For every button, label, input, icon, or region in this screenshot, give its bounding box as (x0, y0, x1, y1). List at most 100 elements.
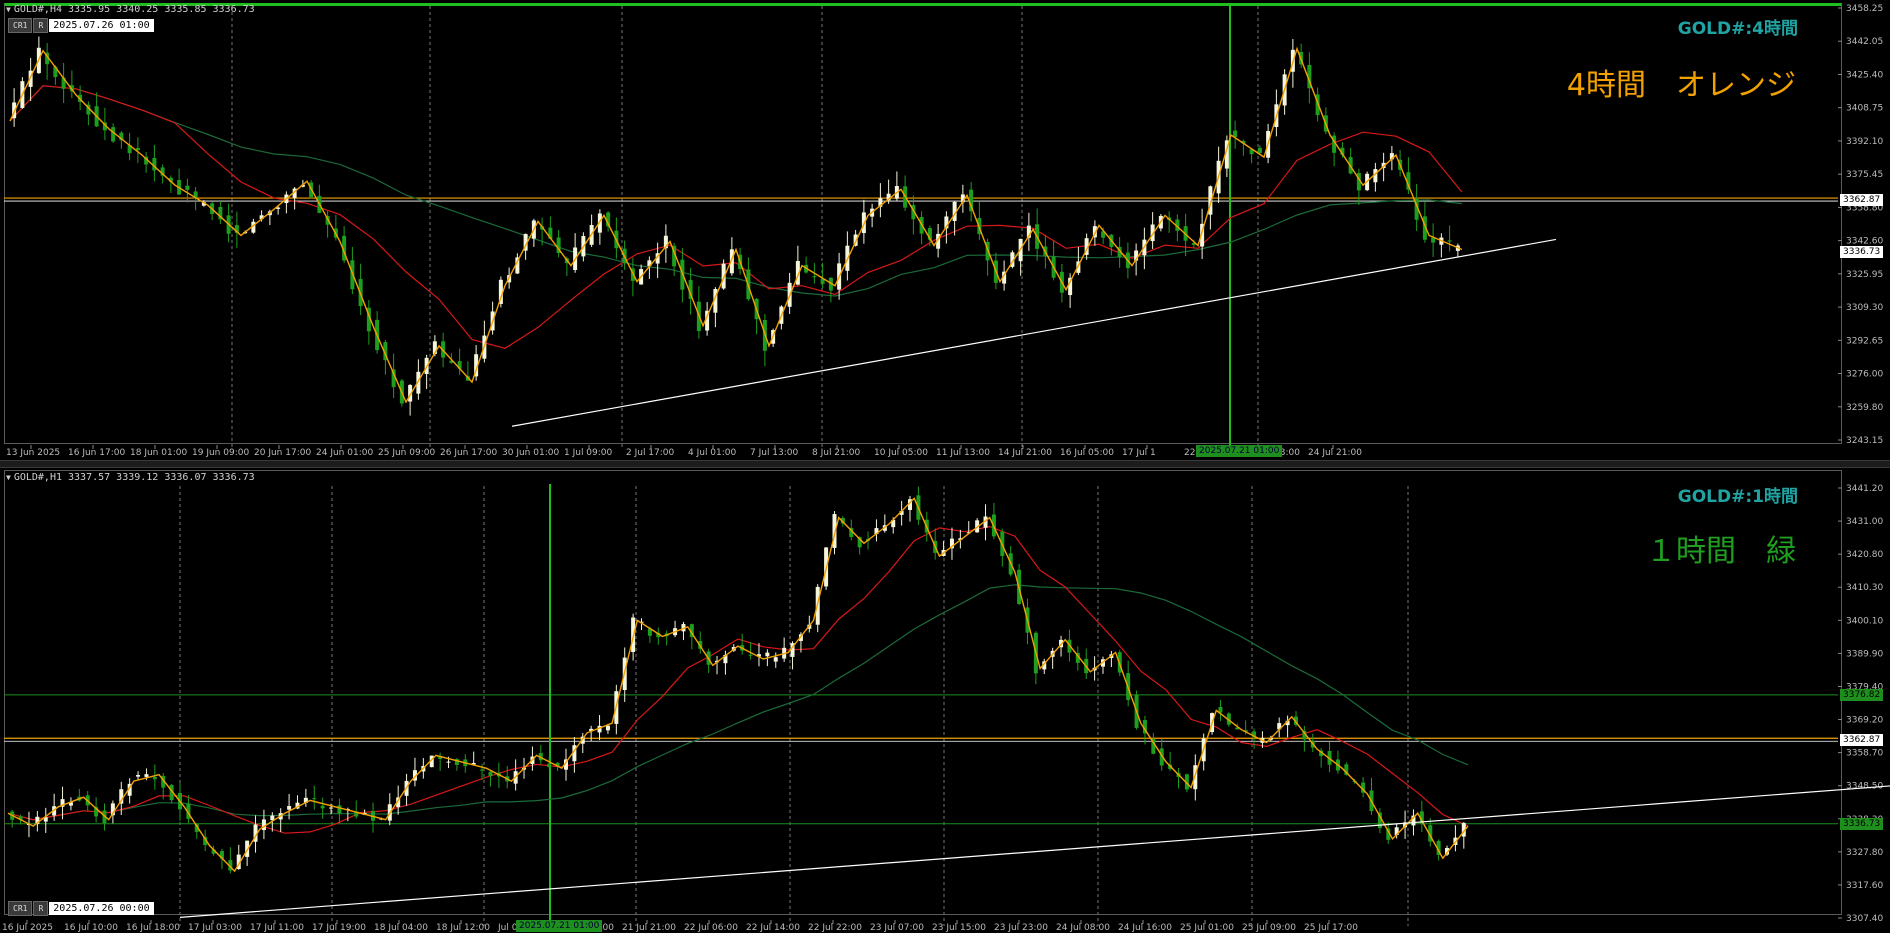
time-axis-label: 21 Jul 21:00 (622, 923, 676, 933)
candle-body (748, 654, 753, 656)
time-axis-label: 25 Jul 01:00 (1180, 923, 1234, 933)
chart-pane-h1[interactable]: 3441.20 3431.00 3420.80 3410.30 3400.10 3389.… (0, 468, 1890, 933)
candle-body (152, 776, 157, 780)
price-axis-label: 3243.15 (1846, 436, 1883, 446)
candle-body (480, 769, 485, 771)
candle-body (144, 774, 149, 777)
price-axis-label: 3441.20 (1846, 484, 1883, 494)
price-axis-label: 3442.05 (1846, 37, 1883, 47)
time-stamp-box-h1: CR1 R 2025.07.26 00:00 (8, 901, 154, 916)
timeframe-note: １時間 緑 (1646, 534, 1796, 569)
stamp-value: 2025.07.26 00:00 (49, 902, 154, 915)
candle-body (185, 185, 190, 190)
price-axis-label: 3400.10 (1846, 616, 1883, 626)
header-text: GOLD#,H4 3335.95 3340.25 3335.85 3336.73 (13, 4, 255, 15)
time-axis-label: 22 Jul 22:00 (808, 923, 862, 933)
price-axis-label: 3410.30 (1846, 583, 1883, 593)
time-axis-label: 17 Jul 19:00 (312, 923, 366, 933)
stamp-value: 2025.07.26 01:00 (49, 19, 154, 32)
candle-body (765, 652, 770, 657)
candle-body (312, 798, 317, 800)
time-axis-label: 4 Jul 01:00 (688, 448, 737, 458)
price-tag: 3362.87 (1840, 733, 1884, 746)
moving-average-fast (7, 525, 1469, 834)
time-axis-label: 16 Jul 2025 (2, 923, 53, 933)
price-axis-label: 3358.70 (1846, 749, 1883, 759)
candle-body (1257, 147, 1262, 154)
time-axis-label: 18 Jul 12:00 (436, 923, 490, 933)
time-axis-label: 16 Jun 17:00 (68, 448, 125, 458)
time-axis-label: 25 Jul 17:00 (1304, 923, 1358, 933)
price-tag: 3336.73 (1840, 817, 1884, 830)
cr1-button[interactable]: CR1 (8, 901, 33, 916)
price-axis-label: 3431.00 (1846, 517, 1883, 527)
price-axis-label: 3307.40 (1846, 914, 1883, 924)
price-axis-label: 3292.65 (1846, 336, 1883, 346)
collapse-arrow-icon[interactable]: ▼ (6, 5, 11, 14)
time-axis-label: 1 Jul 09:00 (564, 448, 613, 458)
price-axis-label: 3276.00 (1846, 370, 1883, 380)
price-axis-label: 3317.60 (1846, 881, 1883, 891)
time-axis-label: 22 Jul 14:00 (746, 923, 800, 933)
time-axis-label: 13 Jun 2025 (6, 448, 60, 458)
candle-body (773, 657, 778, 662)
price-tag: 3362.87 (1840, 193, 1884, 206)
candle-body (605, 725, 610, 731)
time-axis-label: 18 Jul 04:00 (374, 923, 428, 933)
candle-body (135, 148, 140, 151)
trend-line (511, 238, 1557, 427)
time-axis-label: 23 Jul 23:00 (994, 923, 1048, 933)
time-axis-label: 8 Jul 21:00 (812, 448, 861, 458)
header-text: GOLD#,H1 3337.57 3339.12 3336.07 3336.73 (13, 472, 255, 483)
time-axis-label: 2 Jul 17:00 (626, 448, 675, 458)
time-stamp-box-h4: CR1 R 2025.07.26 01:00 (8, 18, 154, 33)
pane-separator[interactable] (0, 460, 1890, 468)
time-axis-label: 16 Jul 05:00 (1060, 448, 1114, 458)
price-axis-label: 3458.25 (1846, 4, 1883, 14)
chart-header-h4: ▼ GOLD#,H4 3335.95 3340.25 3335.85 3336.7… (6, 4, 255, 15)
time-axis-label: 16 Jul 10:00 (64, 923, 118, 933)
time-axis-label: 23 Jul 07:00 (870, 923, 924, 933)
collapse-arrow-icon[interactable]: ▼ (6, 473, 11, 482)
time-axis-label: 24 Jul 21:00 (1308, 448, 1362, 458)
time-axis-label: 14 Jul 21:00 (998, 448, 1052, 458)
price-chart-h1[interactable]: 3441.20 3431.00 3420.80 3410.30 3400.10 3389.… (0, 468, 1890, 933)
candle-body (812, 276, 817, 278)
time-axis-label: 18 Jun 01:00 (130, 448, 187, 458)
time-axis-label: 11 Jul 13:00 (936, 448, 990, 458)
price-axis-label: 3420.80 (1846, 550, 1883, 560)
r-button[interactable]: R (33, 18, 49, 33)
moving-average-slow (9, 85, 1463, 297)
time-axis-label: 23 Jul 15:00 (932, 923, 986, 933)
time-axis-label: 16 Jul 18:00 (126, 923, 180, 933)
chart-pane-h4[interactable]: 3458.25 3442.05 3425.40 3408.75 3392.10 3375.… (0, 0, 1890, 460)
price-axis-label: 3375.45 (1846, 170, 1883, 180)
time-axis-label: 7 Jul 13:00 (750, 448, 799, 458)
time-axis-label: 24 Jun 01:00 (316, 448, 373, 458)
cr1-button[interactable]: CR1 (8, 18, 33, 33)
price-axis-label: 3389.90 (1846, 649, 1883, 659)
time-axis-label: 24 Jul 16:00 (1118, 923, 1172, 933)
time-cursor-label: 2025.07.21 01:00 (1196, 445, 1283, 457)
candle-body (488, 771, 493, 777)
time-axis-label: 17 Jul 03:00 (188, 923, 242, 933)
time-axis-label: 30 Jun 01:00 (502, 448, 559, 458)
candle-body (261, 819, 266, 831)
candle-body (547, 763, 552, 768)
r-button[interactable]: R (33, 901, 49, 916)
candle-body (136, 774, 141, 777)
symbol-label: GOLD#:1時間 (1677, 487, 1798, 507)
moving-average-slow (7, 584, 1469, 821)
candle-body (1447, 240, 1452, 242)
time-axis-label: 24 Jul 08:00 (1056, 923, 1110, 933)
time-axis-label: 25 Jun 09:00 (378, 448, 435, 458)
candle-body (337, 805, 342, 814)
price-axis-label: 3327.80 (1846, 848, 1883, 858)
time-axis-label: 25 Jul 09:00 (1242, 923, 1296, 933)
price-axis-label: 3309.30 (1846, 303, 1883, 313)
price-tag: 3336.73 (1840, 246, 1884, 259)
trend-line (179, 785, 1890, 918)
time-axis-label: 22 Jul 06:00 (684, 923, 738, 933)
price-axis-label: 3325.95 (1846, 270, 1883, 280)
price-axis-label: 3259.80 (1846, 403, 1883, 413)
